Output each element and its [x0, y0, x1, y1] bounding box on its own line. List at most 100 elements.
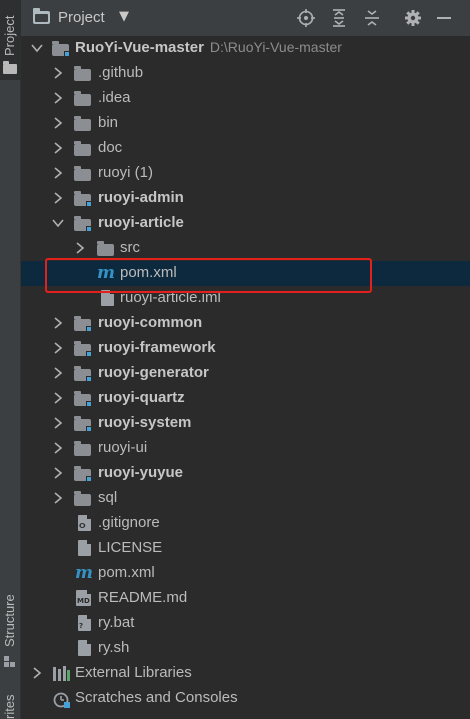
chevron-right-icon[interactable]	[51, 340, 65, 356]
tree-item-label: doc	[98, 139, 123, 156]
tree-item-label: ruoyi-admin	[98, 189, 184, 206]
expand-all-icon[interactable]	[329, 8, 349, 28]
folder-icon	[52, 41, 70, 57]
tree-root-row[interactable]: RuoYi-Vue-master D:\RuoYi-Vue-master	[21, 36, 470, 61]
chevron-right-icon[interactable]	[73, 240, 87, 256]
tree-item-sql[interactable]: sql	[21, 486, 470, 511]
tree-item-root-pom[interactable]: m pom.xml	[21, 561, 470, 586]
text-file-icon	[78, 540, 91, 556]
tree-item-idea[interactable]: .idea	[21, 86, 470, 111]
project-panel: Project ▼ RuoYi-Vue-master D:\RuoYi-Vue-m…	[21, 0, 470, 719]
project-tool-tab[interactable]: Project	[0, 0, 21, 80]
tree-item-github[interactable]: .github	[21, 61, 470, 86]
tree-item-ruoyi-admin[interactable]: ruoyi-admin	[21, 186, 470, 211]
tree-item-bin[interactable]: bin	[21, 111, 470, 136]
tree-item-ruoyi-ui[interactable]: ruoyi-ui	[21, 436, 470, 461]
folder-icon	[74, 441, 91, 456]
gear-icon[interactable]	[403, 8, 423, 28]
structure-tool-tab[interactable]: Structure	[0, 585, 21, 670]
tree-item-label: bin	[98, 114, 119, 131]
tree-item-ruoyi-framework[interactable]: ruoyi-framework	[21, 336, 470, 361]
project-view-selector[interactable]: Project	[58, 9, 105, 26]
project-tab-label: Project	[2, 15, 17, 56]
tree-item-label: Scratches and Consoles	[75, 689, 238, 706]
maven-icon: m	[75, 563, 93, 583]
structure-icon	[4, 653, 16, 667]
tree-item-label: .idea	[98, 89, 131, 106]
root-path: D:\RuoYi-Vue-master	[209, 39, 342, 55]
tree-item-ruoyi-common[interactable]: ruoyi-common	[21, 311, 470, 336]
chevron-right-icon[interactable]	[51, 490, 65, 506]
tree-item-ruoyi-generator[interactable]: ruoyi-generator	[21, 361, 470, 386]
module-folder-icon	[74, 416, 92, 432]
chevron-right-icon[interactable]	[51, 115, 65, 131]
tool-window-strip: Project Structure rites	[0, 0, 21, 719]
tree-item-license[interactable]: LICENSE	[21, 536, 470, 561]
chevron-right-icon[interactable]	[51, 465, 65, 481]
tree-item-label: .gitignore	[98, 514, 160, 531]
chevron-right-icon[interactable]	[51, 315, 65, 331]
tree-root-label: RuoYi-Vue-master D:\RuoYi-Vue-master	[75, 39, 342, 56]
chevron-right-icon[interactable]	[51, 390, 65, 406]
chevron-right-icon[interactable]	[30, 665, 44, 681]
tree-item-label: ruoyi-article	[98, 214, 184, 231]
tree-item-ruoyi-1[interactable]: ruoyi (1)	[21, 161, 470, 186]
chevron-right-icon[interactable]	[51, 165, 65, 181]
folder-icon	[74, 166, 91, 181]
markdown-file-icon: MD	[76, 590, 91, 606]
highlight-box	[45, 258, 372, 293]
tree-item-ruoyi-system[interactable]: ruoyi-system	[21, 411, 470, 436]
module-folder-icon	[74, 466, 92, 482]
chevron-down-icon[interactable]	[51, 215, 65, 231]
chevron-right-icon[interactable]	[51, 440, 65, 456]
tree-item-gitignore[interactable]: ⵔ .gitignore	[21, 511, 470, 536]
tree-item-ruoyi-article[interactable]: ruoyi-article	[21, 211, 470, 236]
tree-item-label: LICENSE	[98, 539, 163, 556]
tree-item-label: ruoyi-generator	[98, 364, 209, 381]
scratches-icon	[53, 691, 71, 708]
tree-item-label: ry.sh	[98, 639, 130, 656]
chevron-right-icon[interactable]	[51, 190, 65, 206]
chevron-right-icon[interactable]	[51, 140, 65, 156]
tree-item-ry-bat[interactable]: ? ry.bat	[21, 611, 470, 636]
project-panel-header: Project ▼	[21, 0, 470, 36]
module-folder-icon	[74, 366, 92, 382]
minimize-icon[interactable]	[434, 8, 454, 28]
chevron-down-icon[interactable]	[30, 40, 44, 56]
tree-item-label: sql	[98, 489, 118, 506]
project-folder-icon	[3, 61, 17, 74]
tree-item-label: ruoyi-framework	[98, 339, 216, 356]
collapse-all-icon[interactable]	[362, 8, 382, 28]
chevron-right-icon[interactable]	[51, 90, 65, 106]
folder-icon	[74, 116, 91, 131]
tree-item-scratches[interactable]: Scratches and Consoles	[21, 686, 470, 711]
locate-icon[interactable]	[296, 8, 316, 28]
tree-item-label: .github	[98, 64, 144, 81]
favorites-tab-label: rites	[2, 694, 17, 719]
tree-item-doc[interactable]: doc	[21, 136, 470, 161]
horizontal-scrollbar[interactable]	[21, 712, 470, 719]
tree-item-readme[interactable]: MD README.md	[21, 586, 470, 611]
chevron-right-icon[interactable]	[51, 365, 65, 381]
tree-item-label: src	[120, 239, 140, 256]
tree-item-external-libraries[interactable]: External Libraries	[21, 661, 470, 686]
tree-item-label: pom.xml	[98, 564, 155, 581]
chevron-right-icon[interactable]	[51, 415, 65, 431]
shell-file-icon	[78, 640, 91, 656]
tree-item-ruoyi-yuyue[interactable]: ruoyi-yuyue	[21, 461, 470, 486]
tree-item-ruoyi-quartz[interactable]: ruoyi-quartz	[21, 386, 470, 411]
folder-icon	[74, 91, 91, 106]
tree-item-label: ruoyi (1)	[98, 164, 154, 181]
chevron-down-icon[interactable]: ▼	[119, 9, 129, 24]
module-folder-icon	[74, 216, 92, 232]
favorites-tool-tab[interactable]: rites	[0, 686, 21, 719]
tree-item-label: ruoyi-ui	[98, 439, 148, 456]
tree-item-ry-sh[interactable]: ry.sh	[21, 636, 470, 661]
library-icon	[53, 666, 71, 681]
folder-icon	[74, 66, 91, 81]
chevron-right-icon[interactable]	[51, 65, 65, 81]
module-folder-icon	[74, 391, 92, 407]
module-folder-icon	[74, 316, 92, 332]
tree-item-label: ruoyi-common	[98, 314, 203, 331]
tree-item-label: ry.bat	[98, 614, 135, 631]
